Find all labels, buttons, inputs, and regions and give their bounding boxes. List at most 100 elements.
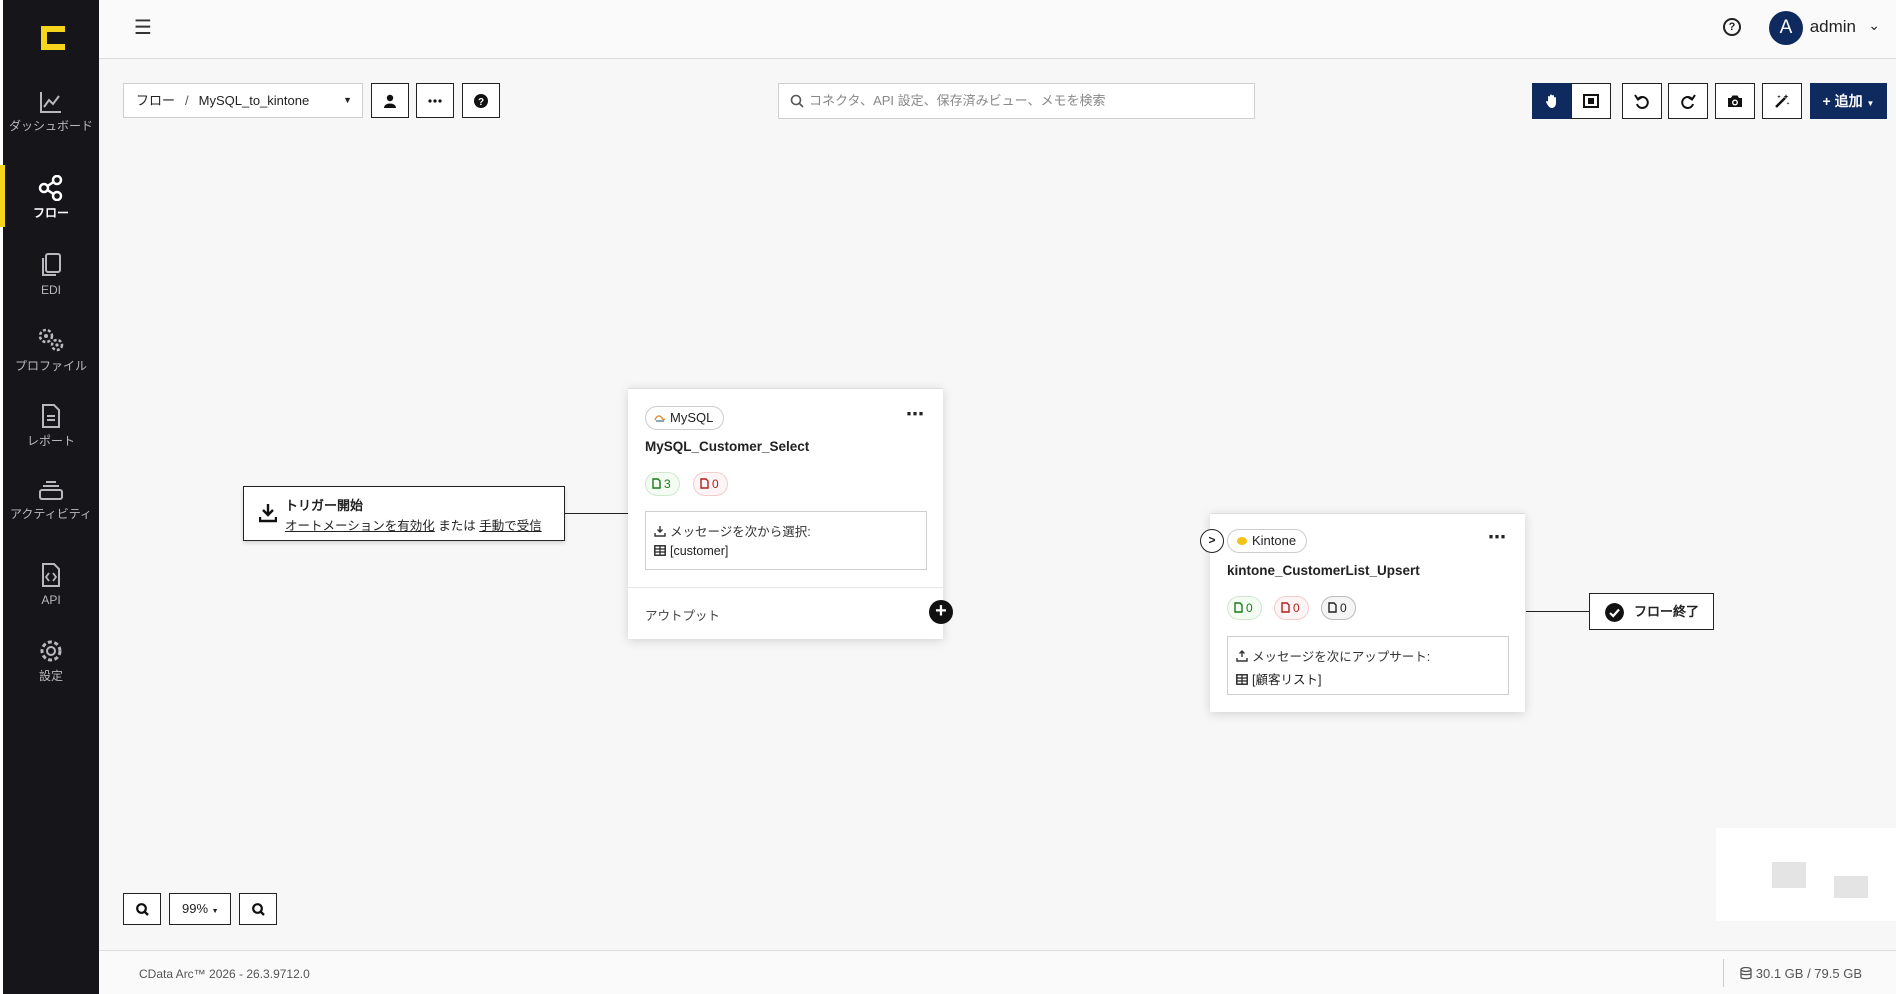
sidebar-item-edi[interactable]: EDI <box>3 252 99 297</box>
inbox-download-icon <box>654 526 666 537</box>
sidebar-item-settings[interactable]: 設定 <box>3 638 99 683</box>
camera-icon <box>1728 95 1742 107</box>
zoom-level: 99% <box>182 901 209 916</box>
redo-button[interactable] <box>1668 83 1708 119</box>
gears-icon <box>38 328 64 352</box>
select-mode-button[interactable] <box>1571 83 1611 119</box>
search-icon <box>790 94 804 108</box>
connector-type-badge: MySQL <box>645 406 725 430</box>
user-name[interactable]: admin <box>1810 17 1856 37</box>
connector-title: kintone_CustomerList_Upsert <box>1227 563 1420 578</box>
sidebar-item-profile[interactable]: プロファイル <box>3 326 99 373</box>
connector-trigger-mysql <box>565 513 628 514</box>
output-label: アウトプット <box>645 609 721 623</box>
sidebar-item-api[interactable]: API <box>3 562 99 607</box>
help-icon[interactable]: ? <box>1723 18 1741 36</box>
search-input[interactable]: コネクタ、API 設定、保存済みビュー、メモを検索 <box>778 83 1255 119</box>
add-output-plus-icon[interactable]: + <box>929 600 953 624</box>
more-options-button[interactable] <box>416 83 454 118</box>
breadcrumb-separator: / <box>185 93 189 108</box>
table-name-text: [顧客リスト] <box>1252 673 1322 687</box>
avatar[interactable]: A <box>1769 11 1803 45</box>
chevron-down-icon[interactable]: ⌄ <box>1868 17 1880 34</box>
help-button[interactable]: ? <box>462 83 500 118</box>
zoom-level-select[interactable]: 99% ▼ <box>169 893 231 925</box>
upload-icon <box>1236 650 1248 662</box>
sidebar-item-label: API <box>41 593 61 607</box>
table-name: [顧客リスト] <box>1236 669 1321 688</box>
message-target-box[interactable]: メッセージを次にアップサート: [顧客リスト] <box>1227 636 1509 695</box>
pan-mode-button[interactable] <box>1532 83 1572 119</box>
version-text: CData Arc™ 2026 - 26.3.9712.0 <box>139 967 310 981</box>
sidebar-item-dashboard[interactable]: ダッシュボード <box>3 90 99 133</box>
auto-layout-button[interactable] <box>1762 83 1802 119</box>
sidebar-item-report[interactable]: レポート <box>3 403 99 448</box>
sidebar-item-label: アクティビティ <box>10 507 92 521</box>
sidebar-item-label: フロー <box>32 206 69 220</box>
message-source-box[interactable]: メッセージを次から選択: [customer] <box>645 511 927 570</box>
zoom-in-button[interactable] <box>123 893 161 925</box>
enable-automation-link[interactable]: オートメーションを有効化 <box>285 519 435 533</box>
card-more-options-icon[interactable]: ⋯ <box>906 404 924 425</box>
connector-title: MySQL_Customer_Select <box>645 439 810 454</box>
table-name-text: [customer] <box>670 544 729 558</box>
success-count-pill[interactable]: 0 <box>1227 596 1262 620</box>
check-circle-icon <box>1605 603 1624 622</box>
card-more-options-icon[interactable]: ⋯ <box>1488 527 1506 548</box>
success-count-pill[interactable]: 3 <box>645 472 680 496</box>
hamburger-menu-icon[interactable]: ☰ <box>134 18 152 38</box>
file-error-icon <box>1281 602 1290 613</box>
connector-type-label: MySQL <box>670 410 714 425</box>
redo-icon <box>1681 94 1696 109</box>
error-count-pill[interactable]: 0 <box>1274 596 1309 620</box>
zoom-out-button[interactable] <box>239 893 277 925</box>
flow-end-node[interactable]: フロー終了 <box>1589 593 1714 630</box>
undo-button[interactable] <box>1622 83 1662 119</box>
snapshot-button[interactable] <box>1715 83 1755 119</box>
trigger-start-node[interactable]: トリガー開始 オートメーションを有効化 または 手動で受信 <box>243 486 565 541</box>
connector-type-badge: Kintone <box>1227 529 1308 553</box>
pending-count: 0 <box>1340 601 1347 615</box>
sidebar-item-label: ダッシュボード <box>8 119 93 133</box>
user-icon <box>384 94 396 108</box>
success-count: 0 <box>1246 601 1253 615</box>
stack-icon <box>39 481 63 500</box>
connector-kintone-end <box>1526 611 1589 612</box>
minimap-node <box>1772 862 1806 888</box>
sidebar-item-activity[interactable]: アクティビティ <box>3 476 99 521</box>
cdata-logo[interactable] <box>39 24 67 52</box>
database-icon <box>1740 966 1752 980</box>
success-count: 3 <box>664 477 671 491</box>
message-target-label: メッセージを次にアップサート: <box>1236 646 1430 665</box>
files-icon <box>42 253 61 276</box>
error-count-pill[interactable]: 0 <box>693 472 728 496</box>
breadcrumb-root[interactable]: フロー <box>136 93 175 108</box>
ellipsis-icon <box>428 98 442 103</box>
output-row: アウトプット + <box>628 587 953 639</box>
top-bar: ☰ ? A admin ⌄ <box>99 0 1896 59</box>
mysql-logo-icon <box>654 415 666 422</box>
sidebar-item-flow[interactable]: フロー <box>0 165 99 227</box>
flow-share-icon <box>38 175 63 201</box>
caret-down-icon: ▼ <box>1866 99 1875 108</box>
flow-end-label: フロー終了 <box>1634 604 1700 619</box>
settings-icon <box>40 640 62 662</box>
chart-line-icon <box>40 92 61 113</box>
pending-count-pill[interactable]: 0 <box>1321 596 1356 620</box>
flow-breadcrumb-select[interactable]: フロー / MySQL_to_kintone ▼ <box>123 83 363 118</box>
caret-down-icon: ▼ <box>343 95 352 105</box>
minimap[interactable] <box>1716 828 1896 921</box>
table-icon <box>1236 674 1248 685</box>
trigger-title: トリガー開始 <box>285 498 364 513</box>
document-icon <box>42 404 60 428</box>
input-port-chevron-icon[interactable]: > <box>1200 529 1224 553</box>
add-button[interactable]: + 追加 ▼ <box>1810 83 1887 119</box>
kintone-connector-card[interactable]: > Kintone ⋯ kintone_CustomerList_Upsert … <box>1200 513 1525 712</box>
table-name: [customer] <box>654 544 728 558</box>
file-success-icon <box>652 478 661 489</box>
mysql-connector-card[interactable]: MySQL ⋯ MySQL_Customer_Select 3 0 メッセージを… <box>628 388 953 639</box>
sidebar-item-label: EDI <box>40 283 61 297</box>
selection-box-icon <box>1583 94 1599 108</box>
manual-receive-link[interactable]: 手動で受信 <box>479 519 542 533</box>
user-button[interactable] <box>371 83 409 118</box>
